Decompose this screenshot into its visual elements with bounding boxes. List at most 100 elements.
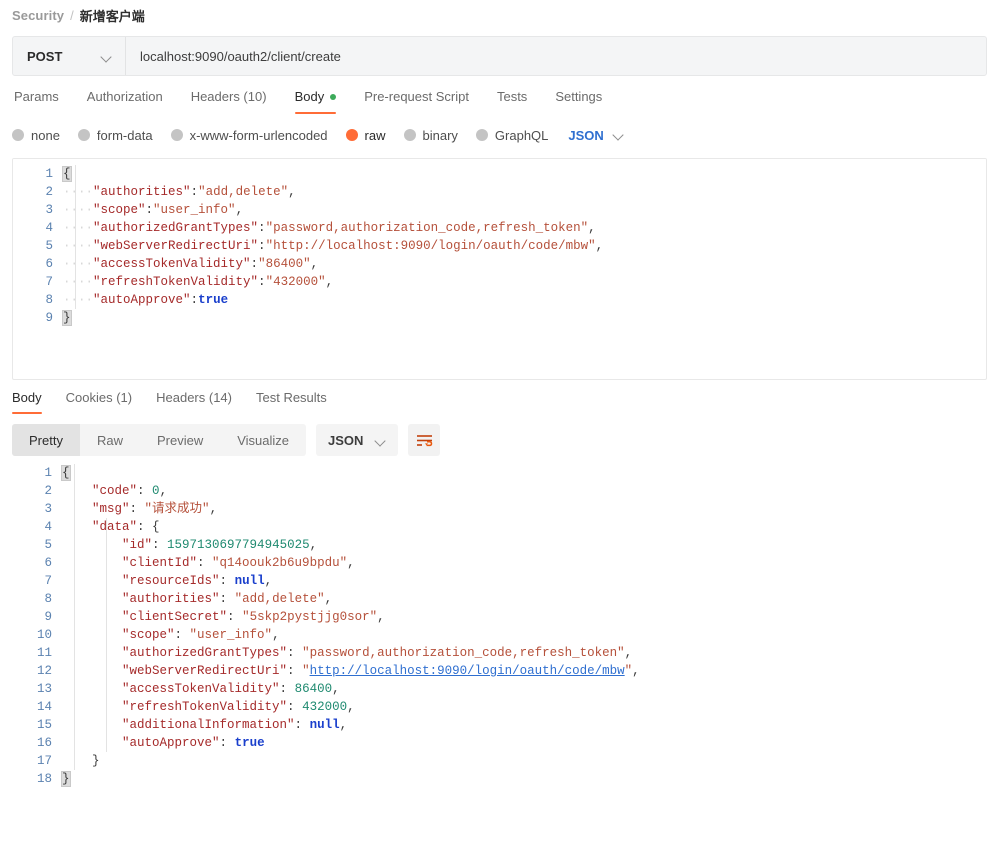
- line-number: 5: [13, 237, 63, 255]
- response-code-editor[interactable]: 1{2 "code": 0,3 "msg": "请求成功",4 "data": …: [12, 464, 987, 788]
- response-view-preview[interactable]: Preview: [140, 424, 220, 456]
- body-type-raw[interactable]: raw: [346, 128, 386, 143]
- http-method-dropdown[interactable]: POST: [13, 37, 126, 75]
- request-tab-pre-request-script[interactable]: Pre-request Script: [350, 89, 483, 114]
- code-line-content[interactable]: }: [63, 309, 986, 327]
- breadcrumb-collection[interactable]: Security: [12, 8, 64, 23]
- request-tab-body[interactable]: Body: [281, 89, 351, 114]
- code-token: "86400": [258, 257, 311, 271]
- request-code-editor[interactable]: 1{2····"authorities":"add,delete",3····"…: [13, 159, 986, 327]
- code-line: 7 "resourceIds": null,: [12, 572, 987, 590]
- code-line-content[interactable]: {: [63, 165, 986, 183]
- request-tab-authorization[interactable]: Authorization: [73, 89, 177, 114]
- line-number: 16: [12, 734, 62, 752]
- code-token: [62, 484, 92, 498]
- line-number: 15: [12, 716, 62, 734]
- line-number: 4: [12, 518, 62, 536]
- code-token: :: [227, 610, 242, 624]
- code-token: "请求成功": [145, 502, 210, 516]
- code-line-content[interactable]: }: [62, 770, 987, 788]
- code-line: 13 "accessTokenValidity": 86400,: [12, 680, 987, 698]
- line-number: 8: [12, 590, 62, 608]
- body-type-none[interactable]: none: [12, 128, 60, 143]
- response-tab-cookies-1[interactable]: Cookies (1): [54, 390, 144, 414]
- code-token: :: [258, 239, 266, 253]
- request-tab-params[interactable]: Params: [12, 89, 73, 114]
- code-line-content[interactable]: ····"accessTokenValidity":"86400",: [63, 255, 986, 273]
- code-token: ····: [63, 185, 93, 199]
- code-token: "refreshTokenValidity": [93, 275, 258, 289]
- code-token: ,: [288, 185, 296, 199]
- code-line-content[interactable]: "additionalInformation": null,: [62, 716, 987, 734]
- chevron-down-icon: [101, 51, 112, 62]
- code-token: :: [258, 221, 266, 235]
- word-wrap-button[interactable]: [408, 424, 440, 456]
- code-line-content[interactable]: "refreshTokenValidity": 432000,: [62, 698, 987, 716]
- code-line-content[interactable]: ····"refreshTokenValidity":"432000",: [63, 273, 986, 291]
- code-token: "user_info": [190, 628, 273, 642]
- code-line-content[interactable]: "clientSecret": "5skp2pystjjg0sor",: [62, 608, 987, 626]
- radio-icon: [404, 129, 416, 141]
- http-method-label: POST: [27, 49, 62, 64]
- code-line-content[interactable]: ····"autoApprove":true: [63, 291, 986, 309]
- code-line: 8····"autoApprove":true: [13, 291, 986, 309]
- response-view-visualize[interactable]: Visualize: [220, 424, 306, 456]
- code-line-content[interactable]: "id": 1597130697794945025,: [62, 536, 987, 554]
- body-format-dropdown[interactable]: JSON: [568, 128, 623, 143]
- chevron-down-icon: [375, 435, 386, 446]
- code-line: 2 "code": 0,: [12, 482, 987, 500]
- response-tab-test-results[interactable]: Test Results: [244, 390, 339, 414]
- code-token: "clientSecret": [122, 610, 227, 624]
- body-type-x-www-form-urlencoded[interactable]: x-www-form-urlencoded: [171, 128, 328, 143]
- response-tab-headers-14[interactable]: Headers (14): [144, 390, 244, 414]
- response-view-mode-group: PrettyRawPreviewVisualize: [12, 424, 306, 456]
- code-line-content[interactable]: "clientId": "q14oouk2b6u9bpdu",: [62, 554, 987, 572]
- code-line-content[interactable]: "webServerRedirectUri": "http://localhos…: [62, 662, 987, 680]
- code-line-content[interactable]: "authorizedGrantTypes": "password,author…: [62, 644, 987, 662]
- request-tab-tests[interactable]: Tests: [483, 89, 541, 114]
- code-line-content[interactable]: "msg": "请求成功",: [62, 500, 987, 518]
- response-view-pretty[interactable]: Pretty: [12, 424, 80, 456]
- body-type-form-data[interactable]: form-data: [78, 128, 153, 143]
- code-token: ,: [325, 592, 333, 606]
- code-token: ····: [63, 257, 93, 271]
- code-token: [62, 592, 122, 606]
- code-token: "authorizedGrantTypes": [93, 221, 258, 235]
- code-line-content[interactable]: ····"authorizedGrantTypes":"password,aut…: [63, 219, 986, 237]
- radio-icon: [171, 129, 183, 141]
- body-type-binary[interactable]: binary: [404, 128, 458, 143]
- code-line-content[interactable]: "resourceIds": null,: [62, 572, 987, 590]
- response-body-viewer[interactable]: 1{2 "code": 0,3 "msg": "请求成功",4 "data": …: [12, 464, 987, 804]
- code-token[interactable]: http://localhost:9090/login/oauth/code/m…: [310, 664, 625, 678]
- code-token: "msg": [92, 502, 130, 516]
- code-line-content[interactable]: }: [62, 752, 987, 770]
- breadcrumb-request-name[interactable]: 新增客户端: [80, 6, 145, 25]
- request-tab-settings[interactable]: Settings: [541, 89, 616, 114]
- code-line-content[interactable]: ····"scope":"user_info",: [63, 201, 986, 219]
- code-token: true: [198, 293, 228, 307]
- line-number: 10: [12, 626, 62, 644]
- code-line-content[interactable]: {: [62, 464, 987, 482]
- code-token: "scope": [122, 628, 175, 642]
- code-line-content[interactable]: "autoApprove": true: [62, 734, 987, 752]
- code-line-content[interactable]: "accessTokenValidity": 86400,: [62, 680, 987, 698]
- request-body-editor[interactable]: 1{2····"authorities":"add,delete",3····"…: [12, 158, 987, 380]
- request-tab-label: Authorization: [87, 89, 163, 104]
- code-line-content[interactable]: "authorities": "add,delete",: [62, 590, 987, 608]
- request-url-input[interactable]: localhost:9090/oauth2/client/create: [126, 37, 986, 75]
- code-token: "password,authorization_code,refresh_tok…: [266, 221, 589, 235]
- request-tab-headers-10[interactable]: Headers (10): [177, 89, 281, 114]
- line-number: 4: [13, 219, 63, 237]
- code-line-content[interactable]: ····"authorities":"add,delete",: [63, 183, 986, 201]
- code-line-content[interactable]: "data": {: [62, 518, 987, 536]
- response-format-dropdown[interactable]: JSON: [316, 424, 398, 456]
- code-line-content[interactable]: "scope": "user_info",: [62, 626, 987, 644]
- response-tab-body[interactable]: Body: [12, 390, 54, 414]
- body-type-label: none: [31, 128, 60, 143]
- code-token: :: [191, 185, 199, 199]
- code-line-content[interactable]: "code": 0,: [62, 482, 987, 500]
- code-token: :: [220, 736, 235, 750]
- response-view-raw[interactable]: Raw: [80, 424, 140, 456]
- code-line-content[interactable]: ····"webServerRedirectUri":"http://local…: [63, 237, 986, 255]
- body-type-graphql[interactable]: GraphQL: [476, 128, 548, 143]
